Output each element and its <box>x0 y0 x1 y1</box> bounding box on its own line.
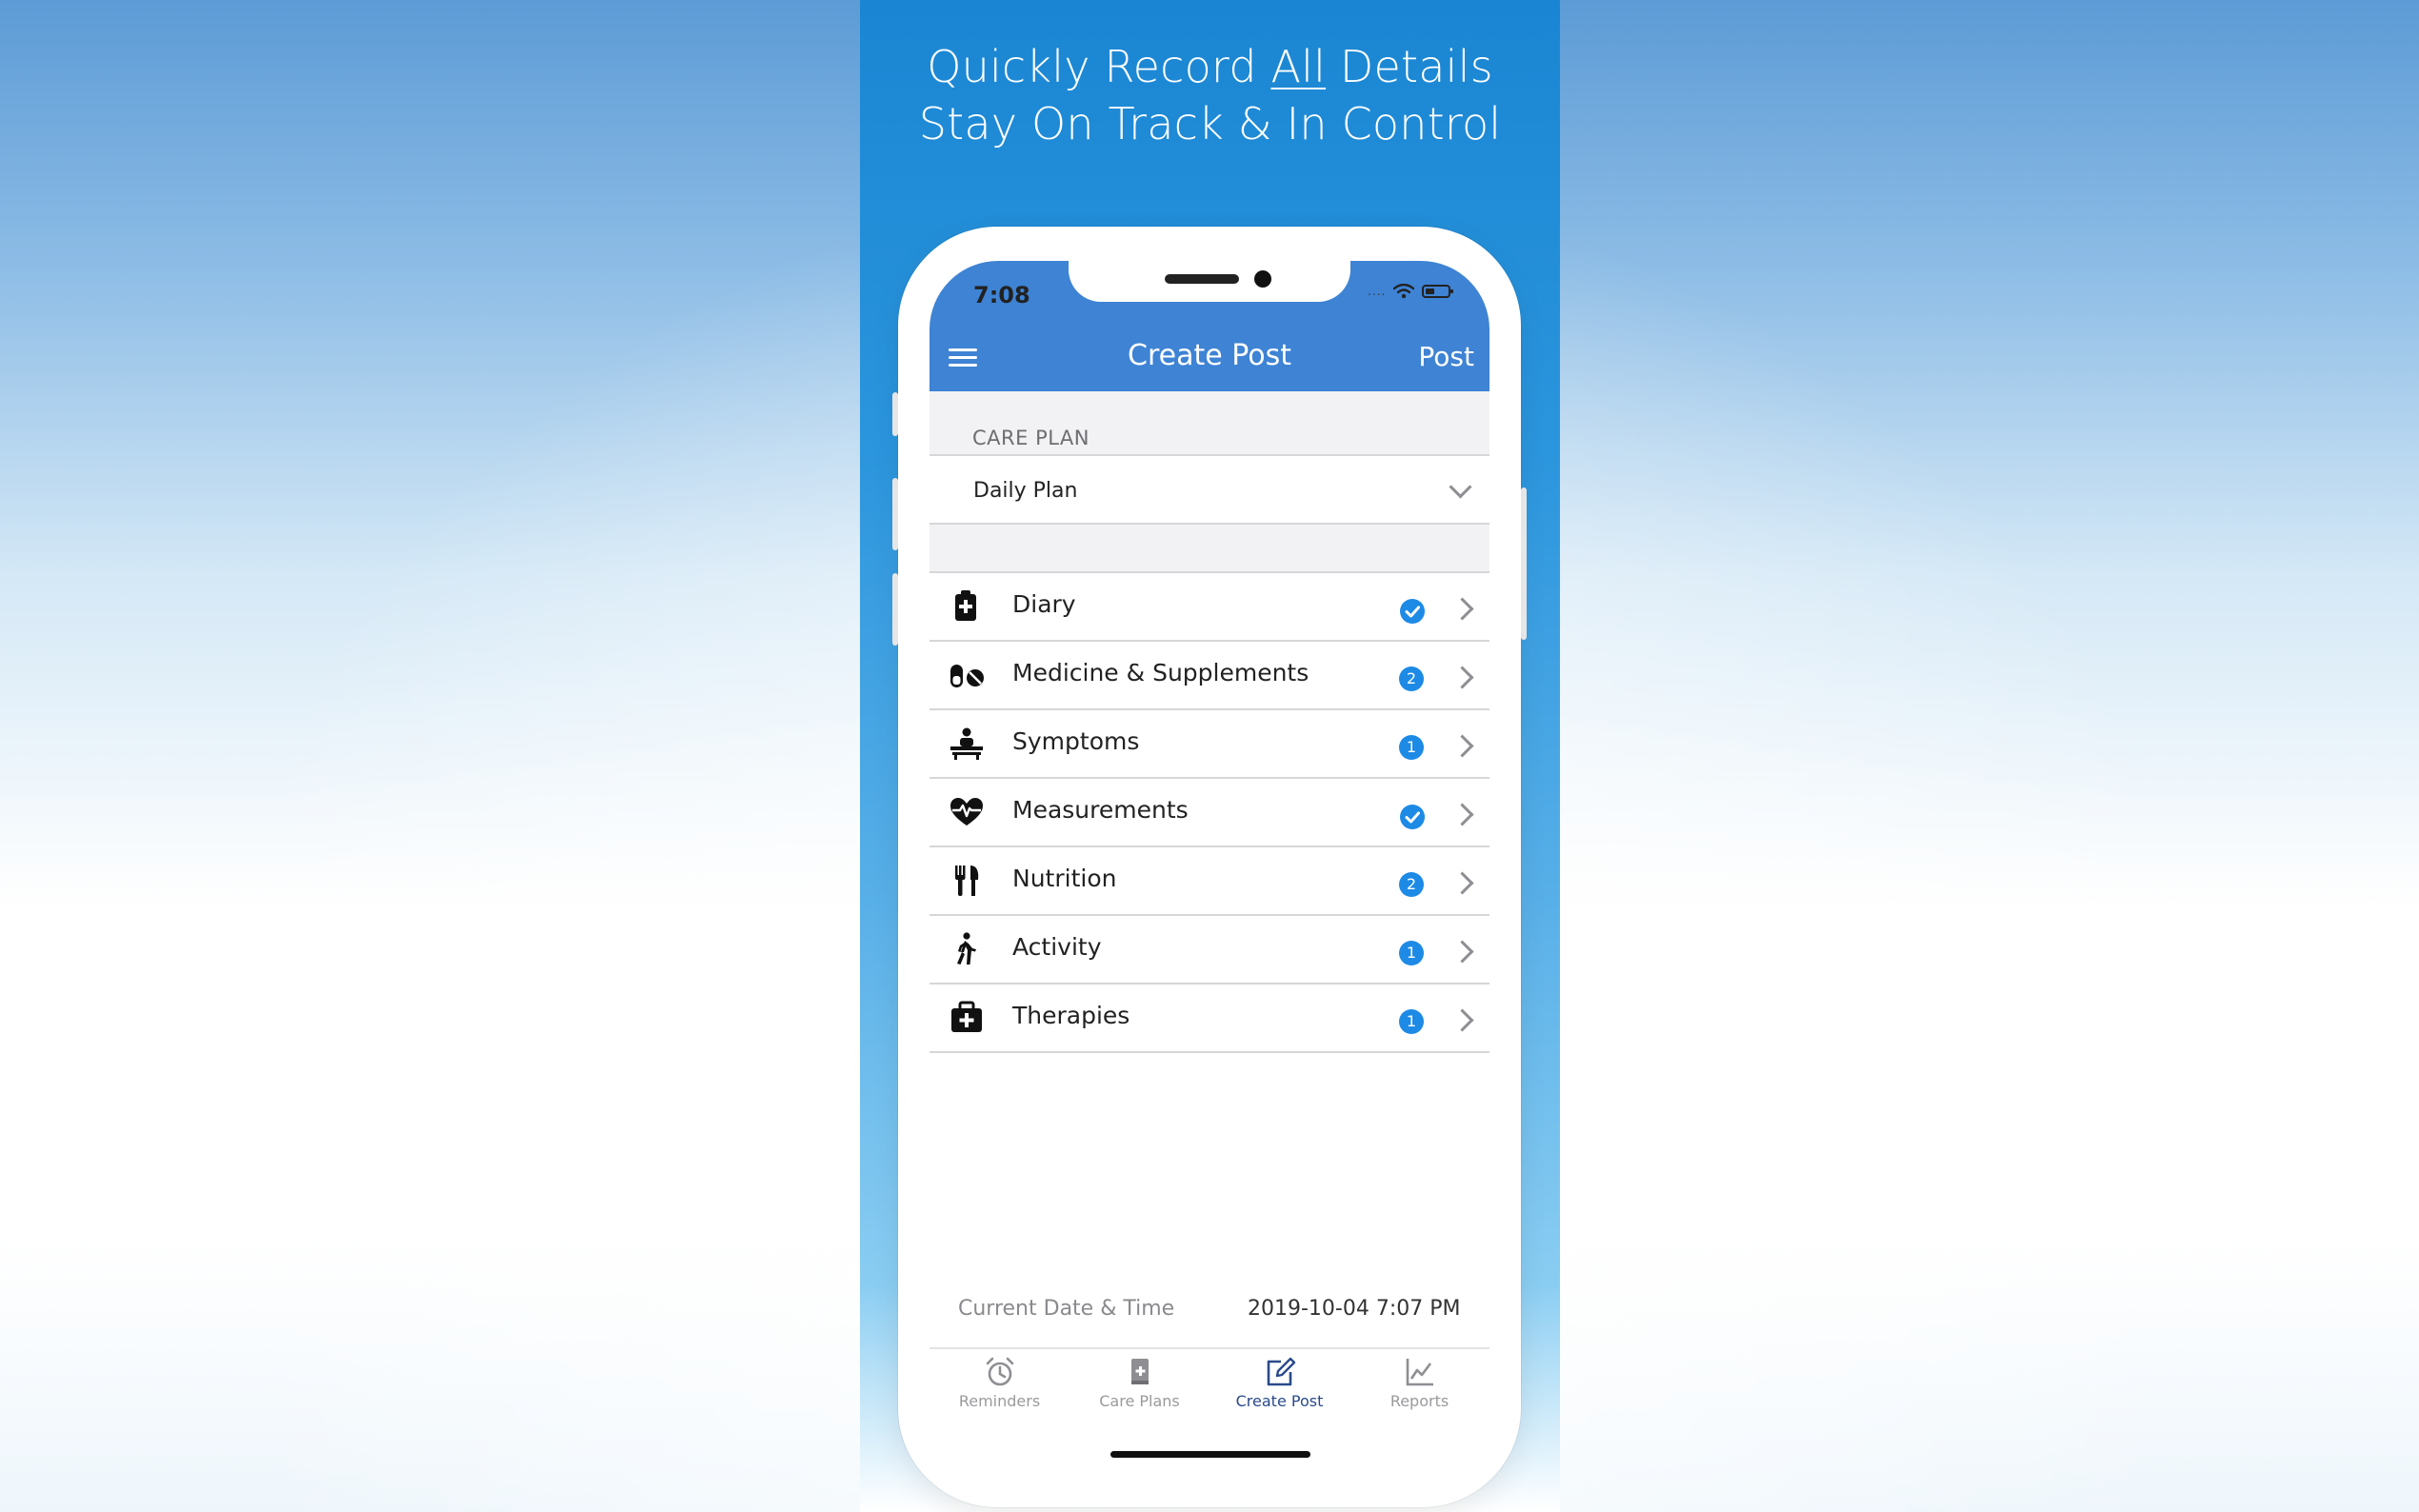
chevron-right-icon <box>1450 1008 1474 1032</box>
heartbeat-icon <box>950 798 983 826</box>
list-item-nutrition[interactable]: Nutrition 2 <box>930 847 1489 916</box>
list-item-therapies[interactable]: Therapies 1 <box>930 985 1489 1053</box>
marketing-headline: Quickly Record All Details Stay On Track… <box>918 41 1502 149</box>
section-spacer <box>930 525 1489 572</box>
patient-bed-icon <box>950 727 983 760</box>
list-item-label: Measurements <box>1012 796 1189 824</box>
count-badge: 1 <box>1399 735 1424 760</box>
list-item-diary[interactable]: Diary <box>930 573 1489 642</box>
home-indicator[interactable] <box>1110 1451 1310 1458</box>
checkmark-badge-icon <box>1400 599 1425 624</box>
status-icons: .... <box>1368 284 1454 299</box>
phone-speaker <box>1165 274 1239 284</box>
tab-reports[interactable]: Reports <box>1349 1356 1489 1410</box>
battery-icon <box>1422 285 1454 298</box>
care-plan-section-label: CARE PLAN <box>972 427 1090 449</box>
current-datetime-value[interactable]: 2019-10-04 7:07 PM <box>1248 1297 1461 1321</box>
chevron-right-icon <box>1450 871 1474 895</box>
tab-label: Reports <box>1389 1392 1449 1410</box>
phone-power-button <box>1521 487 1527 640</box>
line-chart-icon <box>1406 1359 1433 1386</box>
tab-create-post[interactable]: Create Post <box>1210 1356 1349 1410</box>
medkit-icon <box>951 1001 982 1032</box>
phone-mute-switch <box>892 392 898 436</box>
list-item-label: Therapies <box>1012 1002 1130 1029</box>
chevron-right-icon <box>1450 940 1474 964</box>
list-item-medicine-supplements[interactable]: Medicine & Supplements 2 <box>930 642 1489 710</box>
list-item-label: Symptoms <box>1012 727 1140 755</box>
status-time: 7:08 <box>973 282 1030 308</box>
care-plan-selected-value: Daily Plan <box>973 479 1078 503</box>
category-list: Diary Medicine & Supplements 2 Symptoms … <box>930 573 1489 1053</box>
walking-icon <box>957 932 976 965</box>
current-datetime-label: Current Date & Time <box>958 1297 1175 1321</box>
count-badge: 1 <box>1399 1009 1424 1034</box>
alarm-clock-icon <box>986 1357 1013 1386</box>
tab-label: Care Plans <box>1099 1392 1180 1410</box>
phone-camera <box>1254 270 1271 288</box>
tab-bar-border <box>930 1347 1489 1349</box>
phone-screen: 7:08 .... Create Post Post CARE PLAN Dai… <box>930 261 1489 1484</box>
signal-icon: .... <box>1368 285 1387 298</box>
wifi-icon <box>1393 284 1415 299</box>
chevron-right-icon <box>1450 597 1474 621</box>
page-title: Create Post <box>1128 339 1291 372</box>
post-button[interactable]: Post <box>1418 341 1474 372</box>
list-item-label: Diary <box>1012 590 1076 618</box>
count-badge: 1 <box>1399 941 1424 965</box>
chevron-down-icon <box>1449 475 1472 499</box>
phone-volume-down <box>892 573 898 646</box>
count-badge: 2 <box>1399 872 1424 897</box>
care-plan-select[interactable]: Daily Plan <box>930 456 1489 523</box>
tab-reminders[interactable]: Reminders <box>930 1356 1070 1410</box>
list-item-label: Nutrition <box>1012 865 1117 892</box>
checkmark-badge-icon <box>1400 805 1425 829</box>
list-item-measurements[interactable]: Measurements <box>930 779 1489 847</box>
pills-icon <box>950 665 984 687</box>
tab-label: Reminders <box>958 1392 1041 1410</box>
chevron-right-icon <box>1450 734 1474 758</box>
phone-volume-up <box>892 478 898 550</box>
edit-icon <box>1267 1357 1295 1386</box>
list-item-label: Medicine & Supplements <box>1012 659 1309 686</box>
tab-care-plans[interactable]: Care Plans <box>1070 1356 1210 1410</box>
list-item-label: Activity <box>1012 933 1102 961</box>
chevron-right-icon <box>1450 666 1474 689</box>
list-item-symptoms[interactable]: Symptoms 1 <box>930 710 1489 779</box>
book-plus-icon <box>1130 1359 1149 1384</box>
list-item-activity[interactable]: Activity 1 <box>930 916 1489 985</box>
clipboard-plus-icon <box>955 590 976 621</box>
chevron-right-icon <box>1450 803 1474 826</box>
utensils-icon <box>955 865 979 896</box>
count-badge: 2 <box>1399 666 1424 691</box>
tab-label: Create Post <box>1235 1392 1324 1410</box>
